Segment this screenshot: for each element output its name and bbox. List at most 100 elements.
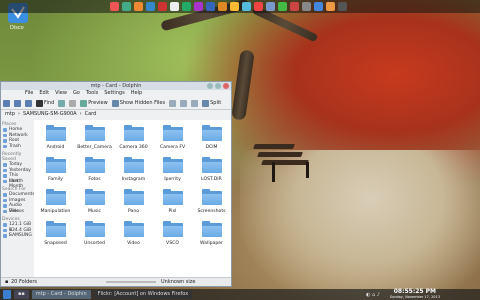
firefox-icon[interactable] bbox=[134, 2, 143, 11]
menu-view[interactable]: View bbox=[55, 90, 67, 97]
app-launcher-icon[interactable] bbox=[194, 2, 203, 11]
folder-item[interactable]: Iperrity bbox=[153, 154, 192, 186]
folder-item[interactable]: Unsorted bbox=[75, 218, 114, 250]
split-label: Split bbox=[210, 100, 222, 106]
app-launcher-icon[interactable] bbox=[266, 2, 275, 11]
folder-item[interactable]: LOST.DIR bbox=[192, 154, 231, 186]
zoom-slider[interactable] bbox=[106, 281, 156, 283]
folder-item[interactable]: Better_Camera bbox=[75, 122, 114, 154]
sidebar-item-trash[interactable]: Trash bbox=[1, 144, 32, 150]
menu-edit[interactable]: Edit bbox=[39, 90, 49, 97]
menu-settings[interactable]: Settings bbox=[104, 90, 125, 97]
details-view-button[interactable] bbox=[69, 99, 77, 107]
app-launcher-icon[interactable] bbox=[278, 2, 287, 11]
folder-item[interactable]: DCIM bbox=[192, 122, 231, 154]
task-dolphin[interactable]: mtp - Card - Dolphin bbox=[31, 290, 91, 299]
sidebar-item-samsung[interactable]: SAMSUNG bbox=[1, 233, 32, 239]
folder-item[interactable]: Pixl bbox=[153, 186, 192, 218]
breadcrumb-item[interactable]: mtp bbox=[5, 110, 15, 119]
folder-item[interactable]: Screenshots bbox=[192, 186, 231, 218]
dolphin-window: mtp - Card - Dolphin File Edit View Go T… bbox=[0, 81, 232, 287]
sidebar-item-last-month[interactable]: Last Month bbox=[1, 179, 32, 189]
close-icon[interactable] bbox=[223, 83, 229, 89]
app-launcher-icon[interactable] bbox=[182, 2, 191, 11]
folder-label: Pano bbox=[127, 209, 140, 214]
folder-item[interactable]: Family bbox=[36, 154, 75, 186]
app-launcher-icon[interactable] bbox=[338, 2, 347, 11]
split-button[interactable]: Split bbox=[202, 99, 222, 107]
menu-tools[interactable]: Tools bbox=[86, 90, 98, 97]
maximize-icon[interactable] bbox=[215, 83, 221, 89]
start-menu-icon[interactable] bbox=[3, 290, 11, 299]
menu-help[interactable]: Help bbox=[131, 90, 142, 97]
menu-go[interactable]: Go bbox=[73, 90, 80, 97]
folder-item[interactable]: Camera FV bbox=[153, 122, 192, 154]
sidebar-item-videos[interactable]: Videos bbox=[1, 209, 32, 215]
image-icon bbox=[80, 99, 88, 107]
app-launcher-icon[interactable] bbox=[254, 2, 263, 11]
folder-icon bbox=[162, 189, 183, 205]
breadcrumb-item[interactable]: SAMSUNG-SM-G900A bbox=[23, 110, 77, 119]
places-sidebar: Places Home Network Root Trash Recently … bbox=[1, 119, 35, 279]
menu-file[interactable]: File bbox=[25, 90, 33, 97]
folder-label: Fotos bbox=[88, 177, 101, 182]
folder-item[interactable]: Video bbox=[114, 218, 153, 250]
folder-item[interactable]: Manipulation bbox=[36, 186, 75, 218]
sort-button[interactable] bbox=[169, 99, 177, 107]
folder-grid: Android Better_Camera Camera 360 Camera FV D… bbox=[36, 122, 231, 250]
app-launcher-icon[interactable] bbox=[206, 2, 215, 11]
pager[interactable]: ▪▪ bbox=[14, 290, 29, 299]
forward-button[interactable] bbox=[14, 99, 21, 107]
system-tray[interactable]: ◐ ⌂ ♪ bbox=[366, 292, 380, 298]
list-icon bbox=[69, 99, 77, 107]
breadcrumb: mtp › SAMSUNG-SM-G900A › Card bbox=[1, 110, 231, 119]
chevron-right-icon: › bbox=[18, 111, 21, 117]
folder-item[interactable]: VSCO bbox=[153, 218, 192, 250]
folder-item[interactable]: Camera 360 bbox=[114, 122, 153, 154]
window-titlebar[interactable]: mtp - Card - Dolphin bbox=[1, 82, 231, 90]
clock[interactable]: 08:55:25 PM Sunday, November 17, 2013 bbox=[389, 289, 440, 300]
folder-label: Video bbox=[127, 241, 140, 246]
task-firefox[interactable]: Flickr: [Account] on Windows Firefox bbox=[93, 290, 193, 299]
minimize-icon[interactable] bbox=[207, 83, 213, 89]
folder-icon bbox=[162, 221, 183, 237]
binoculars-icon bbox=[36, 99, 43, 107]
app-launcher-icon[interactable] bbox=[158, 2, 167, 11]
icons-view-button[interactable] bbox=[58, 99, 66, 107]
folder-item[interactable]: Music bbox=[75, 186, 114, 218]
app-launcher-icon[interactable] bbox=[314, 2, 323, 11]
folder-item[interactable]: Android bbox=[36, 122, 75, 154]
folder-icon bbox=[162, 125, 183, 141]
folder-label: Better_Camera bbox=[77, 145, 112, 150]
folder-item[interactable]: Pano bbox=[114, 186, 153, 218]
clock-date: Sunday, November 17, 2013 bbox=[389, 295, 440, 299]
folder-item[interactable]: Fotos bbox=[75, 154, 114, 186]
app-launcher-icon[interactable] bbox=[146, 2, 155, 11]
statusbar: ▪ 20 Folders Unknown size bbox=[1, 277, 231, 286]
preview-button[interactable]: Preview bbox=[80, 99, 108, 107]
folder-label: Pixl bbox=[168, 209, 177, 214]
folder-item[interactable]: Wallpaper bbox=[192, 218, 231, 250]
view-mode-button[interactable] bbox=[191, 99, 199, 107]
app-launcher-icon[interactable] bbox=[122, 2, 131, 11]
app-launcher-icon[interactable] bbox=[290, 2, 299, 11]
back-button[interactable] bbox=[3, 99, 10, 107]
breadcrumb-item[interactable]: Card bbox=[85, 110, 97, 119]
folder-item[interactable]: Snapseed bbox=[36, 218, 75, 250]
app-launcher-icon[interactable] bbox=[110, 2, 119, 11]
app-launcher-icon[interactable] bbox=[242, 2, 251, 11]
folder-item[interactable]: Instagram bbox=[114, 154, 153, 186]
app-launcher-icon[interactable] bbox=[218, 2, 227, 11]
view-mode-button[interactable] bbox=[180, 99, 188, 107]
folder-count: 20 Folders bbox=[11, 279, 38, 285]
app-launcher-icon[interactable] bbox=[170, 2, 179, 11]
find-button[interactable]: Find bbox=[36, 99, 54, 107]
up-button[interactable] bbox=[25, 99, 32, 107]
app-launcher-icon[interactable] bbox=[230, 2, 239, 11]
app-launcher-icon[interactable] bbox=[302, 2, 311, 11]
folder-icon bbox=[123, 125, 144, 141]
tree-trunk bbox=[231, 49, 255, 121]
app-launcher-icon[interactable] bbox=[326, 2, 335, 11]
arrow-left-icon bbox=[3, 99, 10, 107]
show-hidden-button[interactable]: Show Hidden Files bbox=[111, 99, 165, 107]
